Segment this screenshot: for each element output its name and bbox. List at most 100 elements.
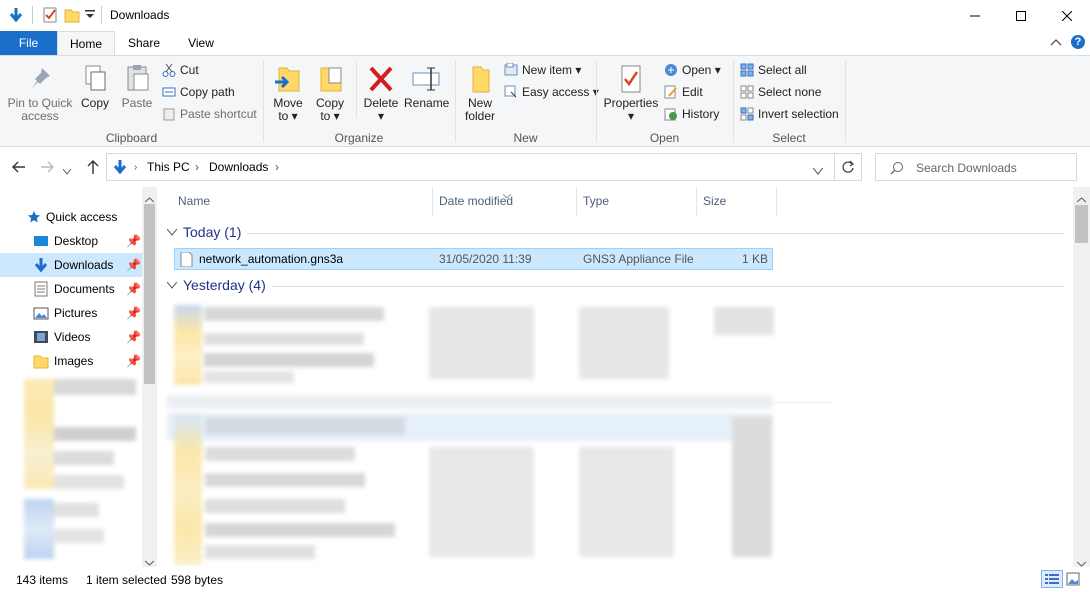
copy-button[interactable]: Copy — [78, 64, 112, 110]
pin-to-quick-access-button[interactable]: Pin to Quick access — [6, 64, 74, 123]
pin-icon[interactable]: 📌 — [126, 282, 141, 296]
tab-view[interactable]: View — [173, 31, 229, 55]
up-arrow-icon[interactable] — [86, 159, 100, 178]
select-all-icon — [740, 63, 754, 77]
properties-button[interactable]: Properties ▾ — [602, 64, 660, 123]
nav-label: Quick access — [46, 210, 118, 224]
open-button[interactable]: Open ▾ — [664, 63, 721, 77]
details-view-icon — [1045, 574, 1059, 584]
new-item-button[interactable]: New item ▾ — [504, 63, 581, 77]
minimize-button[interactable] — [952, 0, 998, 31]
downloads-location-icon — [112, 159, 128, 178]
select-none-button[interactable]: Select none — [740, 85, 821, 99]
column-separator[interactable] — [776, 187, 777, 215]
invert-selection-button[interactable]: Invert selection — [740, 107, 839, 121]
move-to-button[interactable]: Move to ▾ — [270, 64, 306, 123]
nav-item-documents[interactable]: Documents 📌 — [0, 277, 142, 301]
column-header-date-modified[interactable]: Date modified — [439, 194, 513, 208]
cut-button[interactable]: Cut — [162, 63, 199, 77]
column-header-type[interactable]: Type — [583, 194, 609, 208]
pin-icon[interactable]: 📌 — [126, 354, 141, 368]
column-header-size[interactable]: Size — [703, 194, 726, 208]
pin-icon — [32, 68, 50, 88]
breadcrumb-this-pc[interactable]: This PC — [147, 160, 190, 174]
navigation-pane: Quick access Desktop 📌 Downloads 📌 Docum… — [0, 187, 157, 567]
chevron-right-icon[interactable]: › — [134, 162, 137, 173]
properties-check-icon[interactable] — [42, 7, 58, 23]
desktop-icon — [34, 236, 48, 246]
breadcrumb-downloads[interactable]: Downloads — [209, 160, 268, 174]
down-arrow-icon[interactable] — [8, 7, 24, 23]
nav-label: Documents — [54, 282, 115, 296]
search-input[interactable]: Search Downloads — [875, 153, 1077, 181]
address-history-dropdown-icon[interactable] — [812, 164, 824, 178]
content-scroll-thumb[interactable] — [1075, 205, 1088, 243]
copy-path-button[interactable]: Copy path — [162, 85, 235, 99]
new-folder-large-icon — [472, 66, 490, 93]
address-bar[interactable]: › This PC › Downloads › — [106, 153, 835, 181]
new-folder-icon[interactable] — [64, 7, 80, 23]
forward-arrow-icon[interactable] — [40, 160, 54, 177]
delete-x-icon — [369, 66, 393, 92]
tab-file[interactable]: File — [0, 31, 57, 55]
nav-item-videos[interactable]: Videos 📌 — [0, 325, 142, 349]
paste-shortcut-button[interactable]: Paste shortcut — [162, 107, 257, 121]
column-separator[interactable] — [696, 187, 697, 215]
folder-icon — [33, 355, 49, 369]
pin-icon[interactable]: 📌 — [126, 258, 141, 272]
table-row[interactable]: network_automation.gns3a 31/05/2020 11:3… — [174, 248, 773, 270]
nav-scroll-thumb[interactable] — [144, 204, 155, 384]
nav-item-images[interactable]: Images 📌 — [0, 349, 142, 373]
scroll-up-icon[interactable] — [1076, 192, 1087, 206]
rename-button[interactable]: Rename — [404, 64, 449, 110]
column-separator[interactable] — [576, 187, 577, 215]
refresh-icon — [842, 160, 855, 173]
documents-icon — [34, 281, 48, 297]
select-all-button[interactable]: Select all — [740, 63, 807, 77]
group-label: Today (1) — [183, 224, 242, 240]
pin-icon[interactable]: 📌 — [126, 306, 141, 320]
nav-item-downloads[interactable]: Downloads 📌 — [0, 253, 142, 277]
recent-locations-dropdown-icon[interactable] — [62, 164, 72, 178]
column-separator[interactable] — [432, 187, 433, 215]
maximize-button[interactable] — [998, 0, 1044, 31]
collapse-ribbon-icon[interactable] — [1050, 37, 1062, 51]
chevron-right-icon[interactable]: › — [195, 160, 199, 174]
copy-to-button[interactable]: Copy to ▾ — [312, 64, 348, 123]
divider — [32, 6, 33, 24]
content-scrollbar[interactable] — [1073, 187, 1090, 567]
status-bar: 143 items 1 item selected 598 bytes — [0, 567, 1090, 592]
group-header-today[interactable]: Today (1) — [167, 224, 241, 240]
ribbon-separator — [356, 62, 357, 118]
pin-icon[interactable]: 📌 — [126, 234, 141, 248]
pin-icon[interactable]: 📌 — [126, 330, 141, 344]
customize-dropdown-icon[interactable] — [84, 8, 100, 24]
history-button[interactable]: History — [664, 107, 719, 121]
copy-to-label-2: to ▾ — [320, 109, 340, 123]
help-icon[interactable]: ? — [1071, 35, 1085, 49]
refresh-button[interactable] — [835, 153, 862, 181]
divider — [101, 6, 102, 24]
ribbon: Pin to Quick access Copy Paste Cut Copy … — [0, 55, 1090, 147]
edit-icon — [664, 85, 677, 99]
paste-button[interactable]: Paste — [118, 64, 156, 110]
new-folder-button[interactable]: New folder — [460, 64, 500, 123]
cut-label: Cut — [180, 63, 199, 77]
nav-item-quick-access[interactable]: Quick access — [0, 205, 142, 229]
details-view-button[interactable] — [1041, 570, 1063, 588]
nav-item-desktop[interactable]: Desktop 📌 — [0, 229, 142, 253]
nav-label: Pictures — [54, 306, 98, 320]
chevron-right-icon[interactable]: › — [275, 160, 279, 174]
close-button[interactable] — [1044, 0, 1090, 31]
tab-share[interactable]: Share — [115, 31, 173, 55]
star-icon — [28, 211, 40, 223]
nav-item-pictures[interactable]: Pictures 📌 — [0, 301, 142, 325]
group-header-yesterday[interactable]: Yesterday (4) — [167, 277, 266, 293]
column-header-name[interactable]: Name — [178, 194, 210, 208]
easy-access-button[interactable]: Easy access ▾ — [504, 85, 599, 99]
delete-button[interactable]: Delete ▾ — [362, 64, 400, 123]
edit-button[interactable]: Edit — [664, 85, 703, 99]
back-arrow-icon[interactable] — [12, 160, 26, 177]
tab-home[interactable]: Home — [57, 31, 115, 55]
large-icons-view-button[interactable] — [1066, 572, 1080, 589]
